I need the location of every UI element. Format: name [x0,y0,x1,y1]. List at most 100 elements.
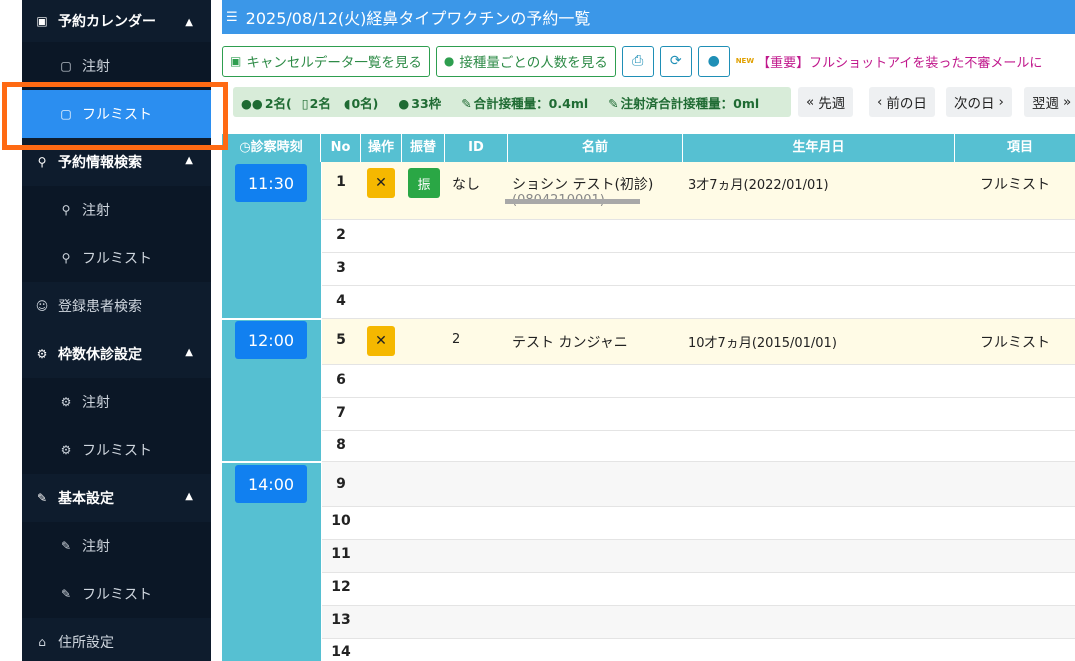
table-row[interactable]: 1 ✕ 振 なし ショシン テスト(初診) (0804210001) 3才7ヵ月… [322,162,1075,220]
row-no: 9 [336,476,346,492]
sidebar: ▣ 予約カレンダー ▲ ▢ 注射 ▢ フルミスト ⚲ 予約情報検索 ▲ ⚲ 注射… [22,0,211,661]
time-slot-button[interactable]: 14:00 [235,465,307,503]
search-icon: ⚲ [37,155,47,169]
sidebar-section-basic[interactable]: ✎ 基本設定 ▲ [22,474,211,522]
row-no: 12 [331,579,351,595]
page-header: ☰ 2025/08/12(火)経鼻タイプワクチンの予約一覧 [222,0,1075,34]
prev-day-label: 前の日 [886,96,927,112]
table-row[interactable]: 12 [322,573,1075,606]
cancel-list-button[interactable]: ▣ キャンセルデータ一覧を見る [222,45,430,77]
table-row[interactable]: 2 [322,220,1075,253]
header-transfer: 振替 [402,134,445,162]
refresh-button[interactable]: ⟳ [659,45,692,77]
row-id: 2 [452,332,461,347]
slot-count: ● 33枠 [398,93,451,112]
sidebar-item-frame-injection[interactable]: ⚙ 注射 [22,378,211,426]
row-no: 14 [331,644,351,660]
cancel-reservation-button[interactable]: ✕ [367,168,395,198]
time-slot-button[interactable]: 11:30 [235,164,307,202]
home-icon: ⌂ [38,635,46,649]
row-no: 10 [331,513,351,529]
user-icon: ● [443,54,455,68]
table-row[interactable]: 11 [322,540,1075,573]
syringe-icon: ✎ [608,95,619,111]
user-icon: ● [707,53,720,69]
prev-week-label: 先週 [818,96,846,112]
page-title: 2025/08/12(火)経鼻タイプワクチンの予約一覧 [245,9,591,28]
row-no: 7 [336,405,346,421]
table-row[interactable]: 5 ✕ 2 テスト カンジャニ 10才7ヵ月(2015/01/01) フルミスト [322,319,1075,365]
sidebar-item-frame-flumist[interactable]: ⚙ フルミスト [22,426,211,474]
app-root: ▣ 予約カレンダー ▲ ▢ 注射 ▢ フルミスト ⚲ 予約情報検索 ▲ ⚲ 注射… [0,0,1075,661]
chevron-left-icon: ‹ [877,94,883,110]
cancel-reservation-button[interactable]: ✕ [367,326,395,356]
sidebar-section-frame[interactable]: ⚙ 枠数休診設定 ▲ [22,330,211,378]
row-name-link[interactable]: テスト カンジャニ [512,332,628,352]
sidebar-section-search[interactable]: ⚲ 予約情報検索 ▲ [22,138,211,186]
prev-day-button[interactable]: ‹ 前の日 [869,87,935,117]
list-icon: ☰ [226,9,238,25]
gear-icon: ⚙ [36,347,48,361]
next-day-button[interactable]: 次の日 › [946,87,1012,117]
clock-icon: ◷ [239,140,251,155]
header-no: No [321,134,361,162]
row-name-link[interactable]: ショシン テスト(初診) [512,174,653,194]
user-button[interactable]: ● [697,45,730,77]
table-row[interactable]: 9 [322,462,1075,507]
pc-count-text: 0名) [351,95,379,111]
wrench-icon: ✎ [60,587,72,601]
table-row[interactable]: 7 [322,398,1075,431]
header-name: 名前 [508,134,683,162]
row-no: 2 [336,227,346,243]
sidebar-section-address[interactable]: ⌂ 住所設定 [22,618,211,661]
per-dose-count-button[interactable]: ● 接種量ごとの人数を見る [435,45,616,77]
sidebar-section-label: 予約カレンダー [58,14,156,30]
done-dose: ✎ 注射済合計接種量：0ml [608,93,769,112]
row-birth: 10才7ヵ月(2015/01/01) [688,336,837,351]
prev-week-button[interactable]: «先週 [798,87,854,117]
table-row[interactable]: 10 [322,507,1075,540]
table-row[interactable]: 3 [322,253,1075,286]
sidebar-item-label: フルミスト [82,107,152,123]
table-row[interactable]: 14 [322,639,1075,661]
row-no: 4 [336,293,346,309]
redaction-bar [505,199,640,204]
printer-icon: ⎙ [632,53,644,69]
sidebar-section-patients[interactable]: ☺ 登録患者検索 [22,282,211,330]
sidebar-item-basic-flumist[interactable]: ✎ フルミスト [22,570,211,618]
sidebar-item-search-flumist[interactable]: ⚲ フルミスト [22,234,211,282]
header-birth: 生年月日 [683,134,955,162]
header-id: ID [445,134,508,162]
time-slot-button[interactable]: 12:00 [235,321,307,359]
table-row[interactable]: 6 [322,365,1075,398]
sidebar-item-calendar-flumist[interactable]: ▢ フルミスト [22,90,211,138]
sidebar-section-calendar[interactable]: ▣ 予約カレンダー ▲ [22,0,211,42]
row-birth: 3才7ヵ月(2022/01/01) [688,178,829,193]
slot-count-text: 33枠 [411,95,442,111]
users-icon: ☺ [35,299,49,313]
sidebar-item-search-injection[interactable]: ⚲ 注射 [22,186,211,234]
cancel-list-label: キャンセルデータ一覧を見る [246,55,422,71]
print-button[interactable]: ⎙ [621,45,654,77]
wrench-icon: ✎ [60,539,72,553]
row-item: フルミスト [980,177,1050,193]
sidebar-section-label: 枠数休診設定 [58,347,142,363]
important-notice-link[interactable]: 【重要】フルショットアイを装った不審メールに [757,52,1042,71]
time-divider [222,318,321,320]
sidebar-item-label: 注射 [82,59,110,75]
sidebar-item-label: フルミスト [82,251,152,267]
table-row[interactable]: 8 [322,431,1075,462]
sidebar-item-label: フルミスト [82,587,152,603]
mouse-icon: ◖ [343,95,351,111]
next-week-button[interactable]: 翌週» [1024,87,1075,117]
sidebar-item-basic-injection[interactable]: ✎ 注射 [22,522,211,570]
transfer-button[interactable]: 振 [408,168,440,198]
excel-icon: ▣ [230,54,242,68]
table-row[interactable]: 4 [322,286,1075,319]
done-dose-text: 注射済合計接種量：0ml [620,95,760,111]
sidebar-item-calendar-injection[interactable]: ▢ 注射 [22,42,211,90]
calendar-icon: ▢ [60,107,72,121]
sidebar-section-label: 住所設定 [58,635,114,651]
header-op: 操作 [361,134,402,162]
table-row[interactable]: 13 [322,606,1075,639]
